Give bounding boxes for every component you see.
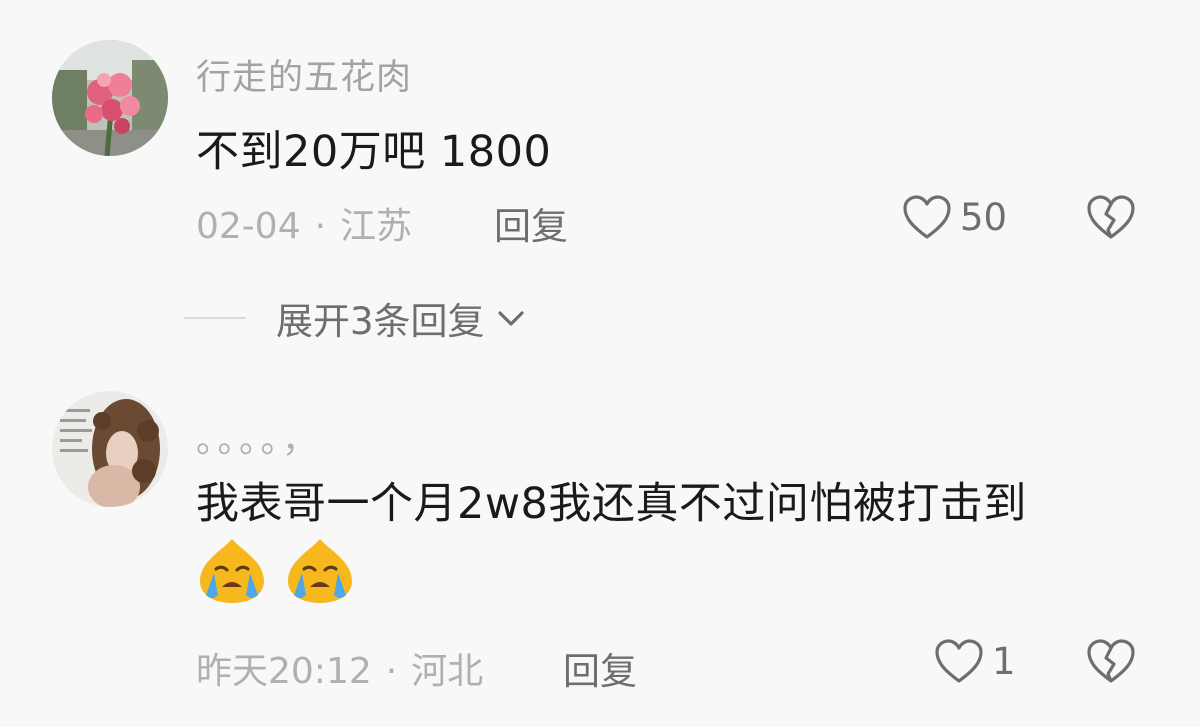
like-button[interactable]: 1	[934, 638, 1016, 684]
comment-date: 02-04	[196, 206, 301, 247]
username[interactable]: 行走的五花肉	[196, 49, 412, 100]
comment-text: 我表哥一个月2w8我还真不过问怕被打击到	[196, 479, 1027, 529]
reply-button[interactable]: 回复	[494, 196, 568, 250]
avatar[interactable]	[52, 40, 168, 156]
heart-outline-icon	[935, 639, 983, 683]
comment-location: 江苏	[340, 206, 413, 247]
like-button[interactable]: 50	[902, 194, 1007, 240]
dislike-button[interactable]	[1086, 638, 1136, 688]
divider-line	[184, 317, 246, 319]
crying-face-emoji-icon	[288, 539, 352, 603]
comment-meta: 02-04 · 江苏	[196, 197, 412, 249]
comment-location: 河北	[411, 651, 484, 692]
broken-heart-icon	[1087, 639, 1135, 683]
comment-meta: 昨天20:12 · 河北	[196, 642, 483, 694]
chevron-down-icon	[497, 311, 524, 326]
broken-heart-icon	[1087, 195, 1135, 239]
curly-hair-woman-photo-icon	[52, 391, 168, 507]
reply-button[interactable]: 回复	[563, 641, 637, 695]
avatar[interactable]	[52, 391, 168, 507]
like-count: 50	[960, 195, 1008, 239]
emoji-row	[194, 535, 370, 607]
heart-outline-icon	[903, 195, 951, 239]
username[interactable]: 。。。。，	[196, 412, 321, 463]
separator-dot: ·	[385, 651, 398, 692]
separator-dot: ·	[314, 206, 327, 247]
crying-face-emoji-icon	[200, 539, 264, 603]
comment-date: 昨天20:12	[196, 651, 372, 692]
pink-flowers-photo-icon	[52, 40, 168, 156]
dislike-button[interactable]	[1086, 194, 1136, 244]
expand-replies-button[interactable]: 展开3条回复	[184, 291, 527, 345]
comment-text: 不到20万吧 1800	[196, 127, 552, 177]
comment-item: 。。。。， 我表哥一个月2w8我还真不过问怕被打击到 昨天20:12 · 河北 回复…	[0, 380, 1200, 727]
expand-replies-label: 展开3条回复	[276, 300, 485, 343]
like-count: 1	[992, 639, 1016, 683]
comment-item: 行走的五花肉 不到20万吧 1800 02-04 · 江苏 回复 50	[0, 0, 1200, 290]
